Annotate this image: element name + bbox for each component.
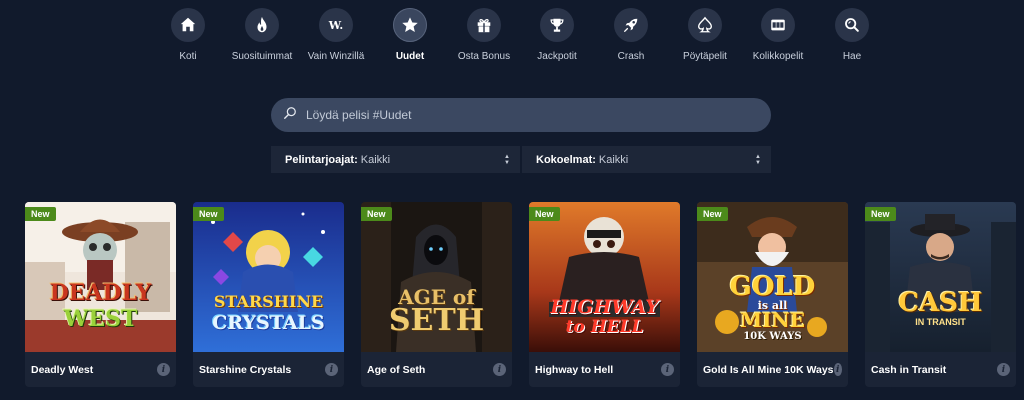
card-footer: Deadly West i bbox=[25, 352, 176, 387]
select-arrows-icon: ▲ ▼ bbox=[755, 153, 761, 166]
nav-label: Kolikkopelit bbox=[752, 51, 804, 62]
collection-filter-select[interactable]: Kokoelmat: Kaikki ▲ ▼ bbox=[522, 146, 771, 173]
card-footer: Gold Is All Mine 10K Ways i bbox=[697, 352, 848, 387]
game-thumbnail: GOLD is all MINE 10K WAYS bbox=[697, 202, 848, 352]
nav-label: Vain Winzillä bbox=[307, 51, 365, 62]
search-icon bbox=[283, 106, 297, 125]
select-arrows-icon: ▲ ▼ bbox=[504, 153, 510, 166]
trophy-icon bbox=[540, 8, 574, 42]
game-thumbnail: HIGHWAY to HELL bbox=[529, 202, 680, 352]
game-card-cash-in-transit[interactable]: CASH IN TRANSIT New Cash in Transit i bbox=[865, 202, 1016, 387]
info-icon[interactable]: i bbox=[833, 363, 842, 376]
new-badge: New bbox=[529, 207, 560, 221]
game-art-title: STARSHINE bbox=[213, 292, 324, 311]
search-icon bbox=[835, 8, 869, 42]
info-icon[interactable]: i bbox=[997, 363, 1010, 376]
game-thumbnail: CASH IN TRANSIT bbox=[865, 202, 1016, 352]
info-icon[interactable]: i bbox=[493, 363, 506, 376]
game-art-title: DEADLY bbox=[49, 280, 152, 306]
game-card-starshine-crystals[interactable]: STARSHINE CRYSTALS New Starshine Crystal… bbox=[193, 202, 344, 387]
game-search-bar[interactable] bbox=[271, 98, 771, 132]
nav-label: Crash bbox=[617, 51, 645, 62]
game-card-gold-is-all-mine[interactable]: GOLD is all MINE 10K WAYS New Gold Is Al… bbox=[697, 202, 848, 387]
game-card-age-of-seth[interactable]: AGE of SETH New Age of Seth i bbox=[361, 202, 512, 387]
game-thumbnail: DEADLY WEST bbox=[25, 202, 176, 352]
info-icon[interactable]: i bbox=[661, 363, 674, 376]
nav-label: Osta Bonus bbox=[457, 51, 511, 62]
card-footer: Starshine Crystals i bbox=[193, 352, 344, 387]
gift-icon bbox=[467, 8, 501, 42]
nav-label: Jackpotit bbox=[537, 51, 577, 62]
nav-label: Uudet bbox=[395, 51, 425, 62]
new-badge: New bbox=[865, 207, 896, 221]
game-title: Starshine Crystals bbox=[199, 363, 292, 376]
new-badge: New bbox=[697, 207, 728, 221]
game-card-deadly-west[interactable]: DEADLY WEST New Deadly West i bbox=[25, 202, 176, 387]
card-footer: Age of Seth i bbox=[361, 352, 512, 387]
game-art-title: HIGHWAY bbox=[550, 296, 659, 318]
game-title: Deadly West bbox=[31, 363, 94, 376]
provider-filter-select[interactable]: Pelintarjoajat: Kaikki ▲ ▼ bbox=[271, 146, 520, 173]
rocket-icon bbox=[614, 8, 648, 42]
new-badge: New bbox=[361, 207, 392, 221]
game-title: Cash in Transit bbox=[871, 363, 947, 376]
flame-icon bbox=[245, 8, 279, 42]
new-badge: New bbox=[193, 207, 224, 221]
category-nav: Koti Suosituimmat W. Vain Winzillä Uudet… bbox=[0, 8, 1024, 68]
nav-label: Hae bbox=[842, 51, 862, 62]
search-input[interactable] bbox=[306, 108, 771, 122]
nav-label: Koti bbox=[179, 51, 197, 62]
game-art-subtitle: SETH bbox=[388, 303, 485, 338]
nav-label: Suosituimmat bbox=[231, 51, 293, 62]
game-art-subtitle-2: MINE bbox=[739, 308, 806, 332]
info-icon[interactable]: i bbox=[157, 363, 170, 376]
winz-logo-icon: W. bbox=[319, 8, 353, 42]
provider-filter-value: Kaikki bbox=[360, 153, 391, 166]
game-title: Gold Is All Mine 10K Ways bbox=[703, 363, 834, 376]
winz-logo-text: W. bbox=[328, 18, 344, 32]
game-art-subtitle: IN TRANSIT bbox=[915, 317, 966, 327]
game-art-title: CASH bbox=[898, 288, 983, 318]
card-footer: Cash in Transit i bbox=[865, 352, 1016, 387]
game-card-highway-to-hell[interactable]: HIGHWAY to HELL New Highway to Hell i bbox=[529, 202, 680, 387]
game-art-title: GOLD bbox=[729, 272, 816, 302]
slot-machine-icon bbox=[761, 8, 795, 42]
home-icon bbox=[171, 8, 205, 42]
provider-filter-label: Pelintarjoajat: bbox=[285, 153, 358, 166]
collection-filter-label: Kokoelmat: bbox=[536, 153, 596, 166]
nav-label: Pöytäpelit bbox=[683, 51, 727, 62]
game-title: Highway to Hell bbox=[535, 363, 614, 376]
game-thumbnail: STARSHINE CRYSTALS bbox=[193, 202, 344, 352]
new-badge: New bbox=[25, 207, 56, 221]
game-art-subtitle-3: 10K WAYS bbox=[743, 331, 802, 342]
info-icon[interactable]: i bbox=[325, 363, 338, 376]
game-art-subtitle: to HELL bbox=[565, 317, 644, 337]
game-art-subtitle: CRYSTALS bbox=[212, 312, 325, 334]
star-icon bbox=[393, 8, 427, 42]
nav-item-hae[interactable]: Hae bbox=[807, 8, 897, 62]
collection-filter-value: Kaikki bbox=[598, 153, 629, 166]
game-thumbnail: AGE of SETH bbox=[361, 202, 512, 352]
spade-icon bbox=[688, 8, 722, 42]
card-footer: Highway to Hell i bbox=[529, 352, 680, 387]
game-art-subtitle: WEST bbox=[63, 306, 138, 332]
game-title: Age of Seth bbox=[367, 363, 426, 376]
